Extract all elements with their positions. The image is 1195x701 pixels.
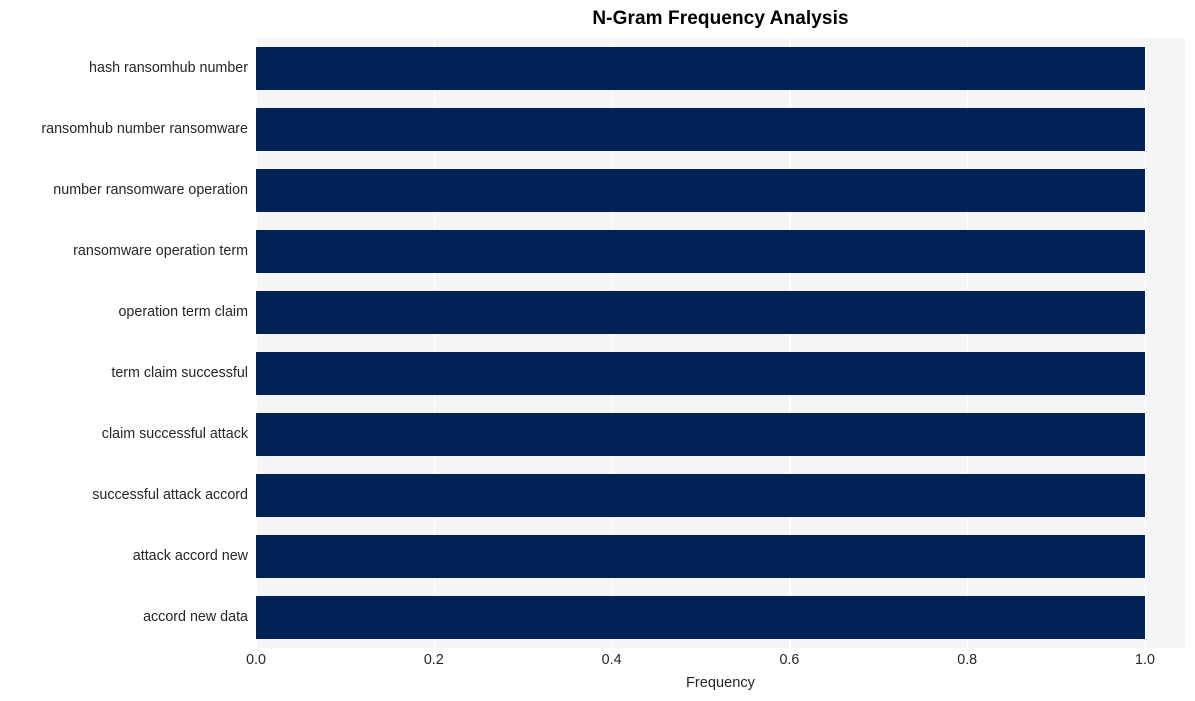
bar[interactable]	[256, 290, 1145, 335]
bar[interactable]	[256, 412, 1145, 457]
bar[interactable]	[256, 534, 1145, 579]
bar[interactable]	[256, 351, 1145, 396]
y-tick-label: number ransomware operation	[53, 181, 248, 198]
x-tick-label: 0.6	[779, 652, 800, 668]
y-tick-label: hash ransomhub number	[89, 59, 248, 76]
bar[interactable]	[256, 473, 1145, 518]
bar[interactable]	[256, 595, 1145, 640]
bar[interactable]	[256, 229, 1145, 274]
x-axis-tick-labels: 0.0 0.2 0.4 0.6 0.8 1.0	[246, 650, 1185, 674]
bar-series	[256, 38, 1185, 648]
y-tick-label: ransomware operation term	[73, 242, 248, 259]
x-tick-label: 1.0	[1135, 652, 1155, 668]
y-tick-label: claim successful attack	[101, 425, 248, 442]
bar[interactable]	[256, 168, 1145, 213]
chart-figure: N-Gram Frequency Analysis hash ransomhub…	[0, 0, 1195, 701]
y-tick-label: accord new data	[143, 608, 248, 625]
y-tick-label: term claim successful	[111, 364, 248, 381]
y-tick-label: attack accord new	[132, 547, 248, 564]
x-tick-label: 0.8	[957, 652, 978, 668]
bar[interactable]	[256, 107, 1145, 152]
bar[interactable]	[256, 46, 1145, 91]
y-tick-label: ransomhub number ransomware	[41, 120, 248, 137]
y-tick-label: operation term claim	[118, 303, 248, 320]
x-axis-title: Frequency	[686, 675, 755, 691]
y-axis-tick-labels: hash ransomhub number ransomhub number ra…	[0, 38, 248, 648]
x-tick-label: 0.2	[423, 652, 444, 668]
chart-title: N-Gram Frequency Analysis	[592, 8, 849, 29]
x-tick-label: 0.4	[601, 652, 622, 668]
y-tick-label: successful attack accord	[92, 486, 248, 503]
plot-area	[256, 38, 1185, 648]
x-tick-label: 0.0	[246, 652, 266, 668]
